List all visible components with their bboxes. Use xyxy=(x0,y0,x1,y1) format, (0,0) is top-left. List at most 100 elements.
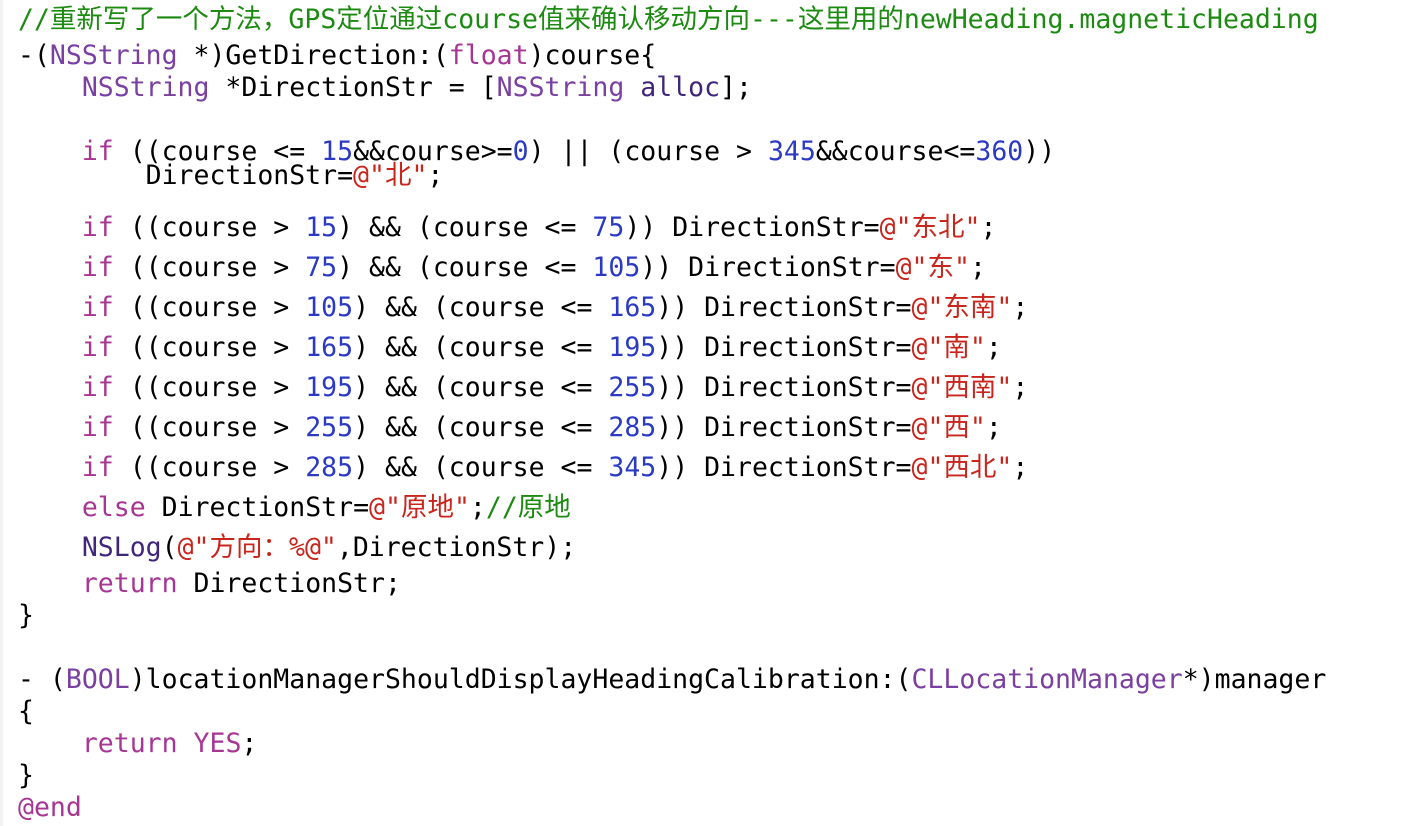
code-line[interactable]: if ((course > 15) && (course <= 75)) Dir… xyxy=(18,210,997,246)
gutter-divider xyxy=(0,0,3,826)
code-line[interactable]: } xyxy=(18,598,34,634)
code-token-string: @"西" xyxy=(911,412,986,443)
code-token-number: 75 xyxy=(592,212,625,243)
code-token-plain: ) && (course <= xyxy=(353,452,609,483)
code-token-plain: ((course > xyxy=(113,412,306,443)
code-line[interactable]: if ((course > 195) && (course <= 255)) D… xyxy=(18,370,1029,406)
code-token-plain: ; xyxy=(1012,372,1029,403)
code-token-plain: ((course > xyxy=(113,372,306,403)
code-line[interactable]: -(NSString *)GetDirection:(float)course{ xyxy=(18,38,656,74)
code-line[interactable]: NSLog(@"方向：%@",DirectionStr); xyxy=(18,530,576,566)
code-token-plain: )) DirectionStr= xyxy=(656,332,912,363)
code-token-number: 165 xyxy=(305,332,354,363)
code-token-number: 285 xyxy=(305,452,354,483)
code-token-plain: )locationManagerShouldDisplayHeadingCali… xyxy=(129,664,912,695)
code-token-keyword: else xyxy=(81,492,146,523)
code-token-keyword: @end xyxy=(18,792,82,823)
code-line[interactable]: @end xyxy=(18,790,82,826)
code-token-string: @"西南" xyxy=(911,372,1013,403)
code-token-keyword: if xyxy=(81,412,114,443)
code-token-string: @"南" xyxy=(911,332,986,363)
code-token-type: NSString xyxy=(49,40,178,71)
code-token-keyword: return xyxy=(81,568,178,599)
code-token-keyword: return xyxy=(81,728,178,759)
code-token-string: @"西北" xyxy=(911,452,1013,483)
code-token-plain: )) xyxy=(1023,136,1056,167)
code-line[interactable]: if ((course > 165) && (course <= 195)) D… xyxy=(18,330,1002,366)
code-token-plain: ) && (course <= xyxy=(353,372,609,403)
code-token-number: 360 xyxy=(975,136,1024,167)
code-token-plain: )) DirectionStr= xyxy=(640,252,896,283)
code-token-plain: )) DirectionStr= xyxy=(624,212,880,243)
code-line[interactable]: return DirectionStr; xyxy=(18,566,401,602)
code-token-string: @"东" xyxy=(895,252,970,283)
code-token-number: 15 xyxy=(305,212,338,243)
code-token-string: @"东北" xyxy=(879,212,981,243)
code-line[interactable]: if ((course > 285) && (course <= 345)) D… xyxy=(18,450,1029,486)
code-token-string: @"东南" xyxy=(911,292,1013,323)
code-token-plain: ((course > xyxy=(113,332,306,363)
code-line[interactable]: - (BOOL)locationManagerShouldDisplayHead… xyxy=(18,662,1326,698)
code-token-plain: )course{ xyxy=(528,40,657,71)
code-token-plain: ) && (course <= xyxy=(353,332,609,363)
code-token-method: alloc xyxy=(640,72,721,103)
code-token-number: 105 xyxy=(592,252,641,283)
code-token-plain: ) && (course <= xyxy=(337,252,593,283)
code-token-keyword: float xyxy=(448,40,529,71)
code-token-plain: &&course<= xyxy=(815,136,976,167)
code-token-keyword: YES xyxy=(193,728,242,759)
code-line[interactable]: if ((course > 75) && (course <= 105)) Di… xyxy=(18,250,986,286)
code-token-keyword: if xyxy=(81,212,114,243)
code-token-keyword: if xyxy=(81,452,114,483)
code-token-plain: )) DirectionStr= xyxy=(656,372,912,403)
code-token-keyword: if xyxy=(81,372,114,403)
code-token-plain: )) DirectionStr= xyxy=(656,452,912,483)
code-token-plain: ; xyxy=(980,212,997,243)
code-token-plain: ) && (course <= xyxy=(353,292,609,323)
code-token-number: 105 xyxy=(305,292,354,323)
code-line[interactable]: } xyxy=(18,758,34,794)
code-token-string: @"方向：%@" xyxy=(177,532,337,563)
code-token-string: @"北" xyxy=(353,160,428,191)
code-token-plain: ; xyxy=(1012,452,1029,483)
code-token-plain: ; xyxy=(985,332,1002,363)
code-token-plain: ) && (course <= xyxy=(353,412,609,443)
code-token-plain: DirectionStr= xyxy=(18,160,354,191)
code-token-keyword: if xyxy=(81,292,114,323)
code-token-number: 285 xyxy=(608,412,657,443)
code-token-plain: DirectionStr= xyxy=(145,492,370,523)
code-token-plain: )) DirectionStr= xyxy=(656,292,912,323)
code-token-number: 345 xyxy=(767,136,816,167)
code-token-number: 165 xyxy=(608,292,657,323)
code-token-plain: ; xyxy=(427,160,444,191)
code-line[interactable]: if ((course > 105) && (course <= 165)) D… xyxy=(18,290,1029,326)
code-token-plain: DirectionStr; xyxy=(177,568,401,599)
code-line[interactable]: //重新写了一个方法，GPS定位通过course值来确认移动方向---这里用的n… xyxy=(18,2,1319,38)
code-token-number: 195 xyxy=(305,372,354,403)
code-token-plain: ) && (course <= xyxy=(337,212,593,243)
code-token-type: NSString xyxy=(496,72,625,103)
code-token-plain: ((course > xyxy=(113,292,306,323)
code-token-keyword: if xyxy=(81,332,114,363)
code-token-plain: ; xyxy=(985,412,1002,443)
code-token-plain: ; xyxy=(969,252,986,283)
code-token-plain: -( xyxy=(18,40,50,71)
code-line[interactable]: if ((course > 255) && (course <= 285)) D… xyxy=(18,410,1002,446)
code-line[interactable]: else DirectionStr=@"原地";//原地 xyxy=(18,490,571,526)
code-token-comment: //重新写了一个方法，GPS定位通过course值来确认移动方向---这里用的n… xyxy=(18,4,1319,35)
code-token-plain: ; xyxy=(469,492,486,523)
code-line[interactable]: { xyxy=(18,694,34,730)
code-token-comment: //原地 xyxy=(485,492,571,523)
code-line[interactable]: return YES; xyxy=(18,726,258,762)
code-line[interactable]: DirectionStr=@"北"; xyxy=(18,158,444,194)
code-editor[interactable]: //重新写了一个方法，GPS定位通过course值来确认移动方向---这里用的n… xyxy=(0,0,1424,826)
code-line[interactable]: NSString *DirectionStr = [NSString alloc… xyxy=(18,70,752,106)
code-token-number: 255 xyxy=(608,372,657,403)
